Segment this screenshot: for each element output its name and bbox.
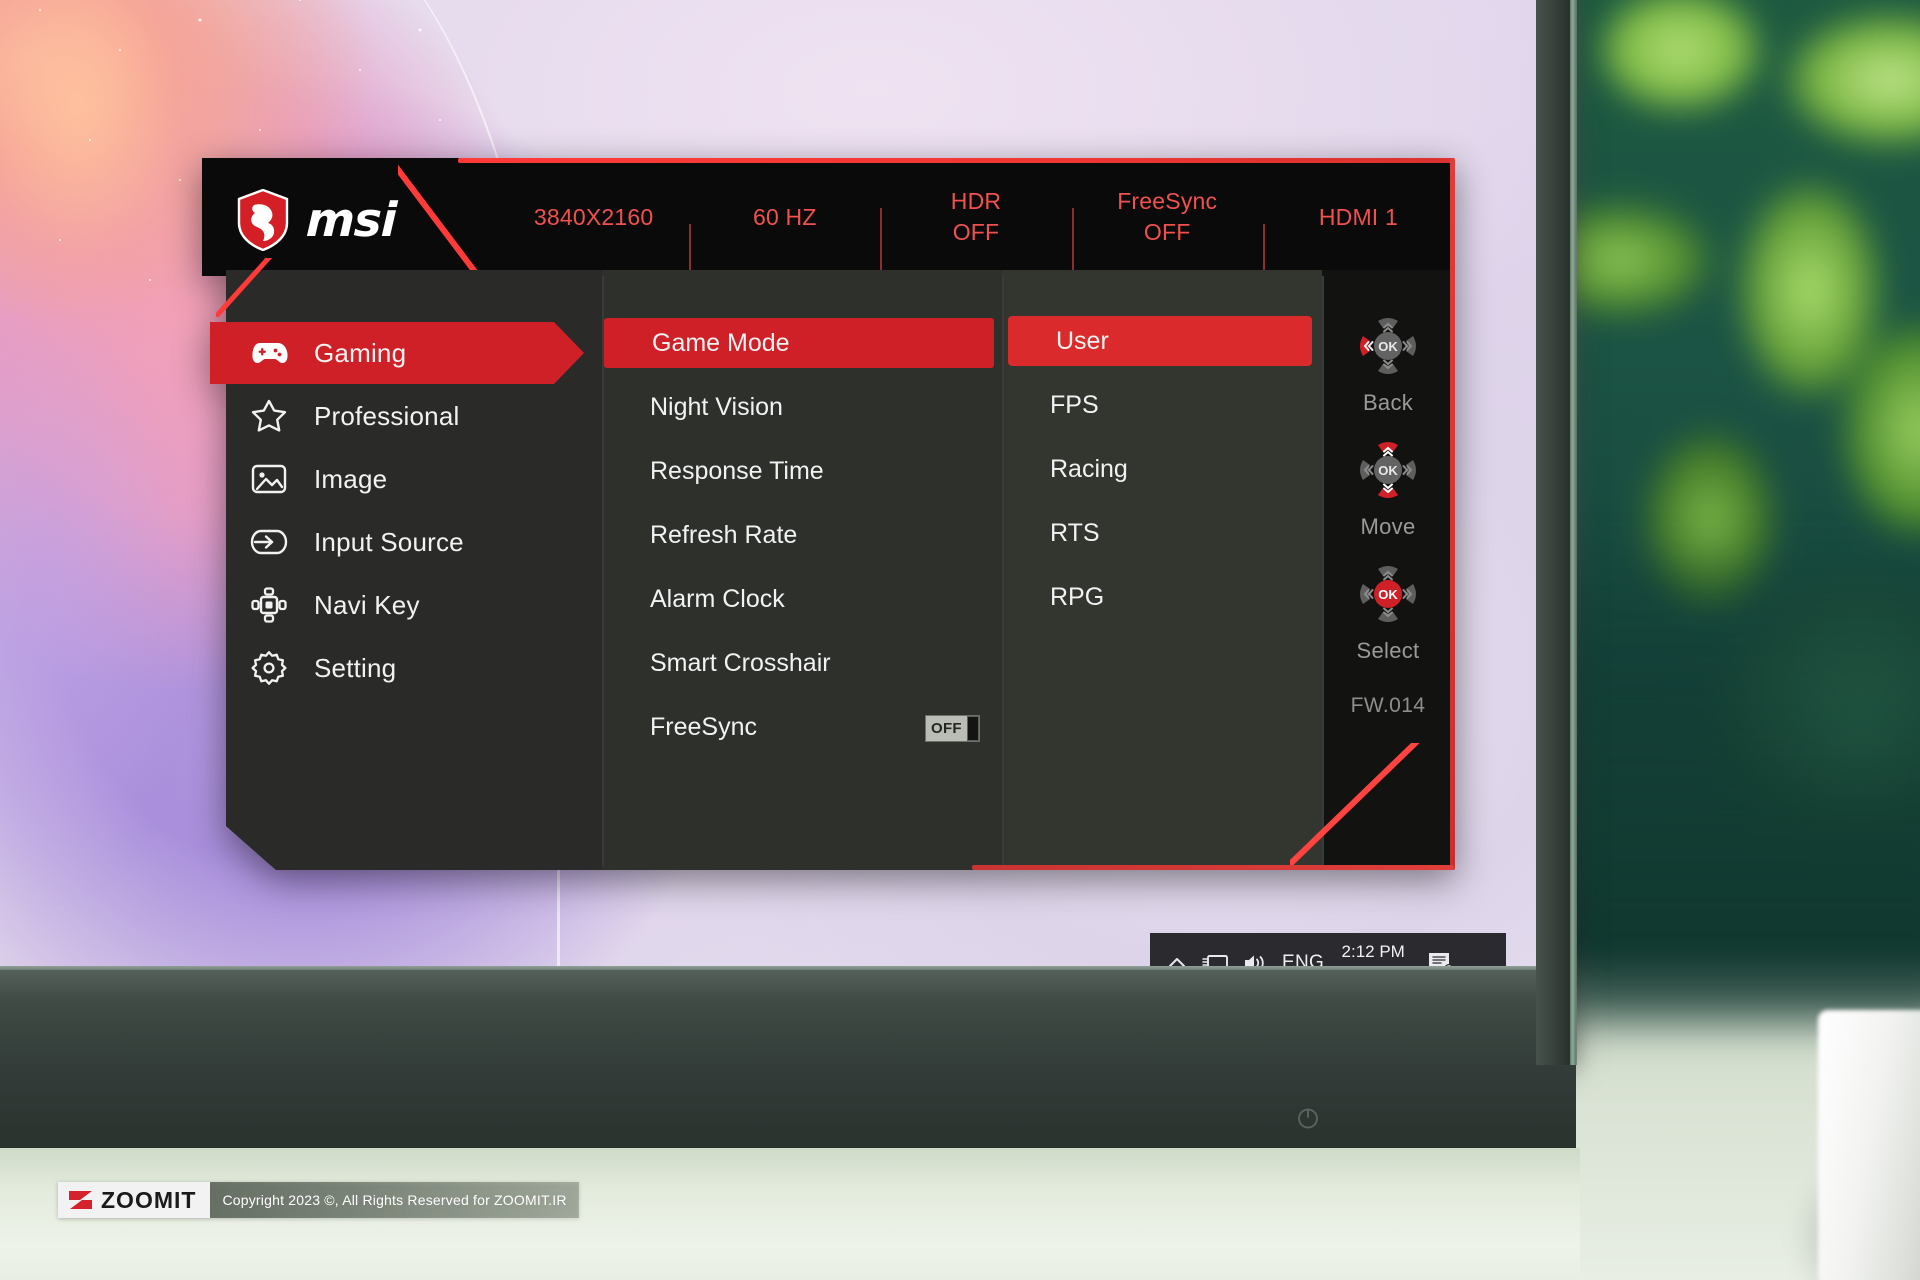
zoomit-copyright: Copyright 2023 ©, All Rights Reserved fo… <box>210 1182 579 1218</box>
msi-wordmark: msi <box>305 192 398 248</box>
status-freesync-label: FreeSync <box>1117 188 1218 215</box>
input-arrow-icon <box>248 521 290 563</box>
monitor-cable <box>1240 1148 1570 1280</box>
windows-taskbar-tray: ENG 2:12 PM 8/1/2023 <box>1150 933 1506 970</box>
setting-label: FreeSync <box>650 712 757 741</box>
freesync-toggle-state: OFF <box>931 720 962 737</box>
freesync-toggle[interactable]: OFF <box>925 715 980 742</box>
monitor-chin <box>0 970 1576 1150</box>
msi-logo: msi <box>218 168 478 272</box>
value-label: User <box>1056 326 1109 355</box>
plant-shadow <box>1555 560 1920 1020</box>
nav-hint-label: Select <box>1356 638 1420 663</box>
navkey-diagram-back: OK <box>1348 306 1428 386</box>
status-resolution-label: 3840X2160 <box>533 203 654 230</box>
zoomit-logo-text: ZOOMIT <box>101 1186 197 1213</box>
photo-scene: msi 3840X2160 60 HZ HDR OFF FreeSync OFF… <box>0 0 1920 1280</box>
value-label: RPG <box>1050 582 1105 611</box>
gear-icon <box>248 647 290 689</box>
osd-header: msi 3840X2160 60 HZ HDR OFF FreeSync OFF… <box>202 158 1454 276</box>
clock-time: 2:12 PM <box>1341 942 1405 962</box>
status-hdr-value: OFF <box>952 219 1000 245</box>
sidebar-item-label: Image <box>314 463 388 494</box>
setting-freesync[interactable]: FreeSync OFF <box>602 702 1002 752</box>
osd-settings-list: Game Mode Night Vision Response Time Ref… <box>602 270 1002 870</box>
value-rpg[interactable]: RPG <box>1002 572 1322 622</box>
setting-refresh-rate[interactable]: Refresh Rate <box>602 510 1002 560</box>
nav-hint-label: Move <box>1360 514 1416 539</box>
sidebar-item-image[interactable]: Image <box>226 448 602 510</box>
setting-label: Smart Crosshair <box>650 648 831 677</box>
status-hdr-label: HDR <box>950 188 1002 215</box>
setting-alarm-clock[interactable]: Alarm Clock <box>602 574 1002 624</box>
status-hdr: HDR OFF <box>880 186 1071 271</box>
status-refresh-rate: 60 HZ <box>689 202 880 276</box>
osd-status-bar: 3840X2160 60 HZ HDR OFF FreeSync OFF HDM <box>498 158 1454 276</box>
osd-values-list: User FPS Racing RTS RPG <box>1002 270 1322 870</box>
status-freesync-value: OFF <box>1143 219 1191 245</box>
value-label: RTS <box>1050 518 1100 547</box>
value-racing[interactable]: Racing <box>1002 444 1322 494</box>
svg-text:OK: OK <box>1378 463 1398 478</box>
status-input-label: HDMI 1 <box>1318 203 1398 230</box>
bezel-edge-highlight <box>1570 0 1577 1065</box>
firmware-version: FW.014 <box>1350 694 1426 717</box>
sidebar-item-label: Navi Key <box>314 589 420 620</box>
sidebar-item-gaming[interactable]: Gaming <box>210 322 602 384</box>
msi-dragon-shield-icon <box>237 189 289 251</box>
zoomit-z-icon <box>69 1191 92 1209</box>
sidebar-item-setting[interactable]: Setting <box>226 637 602 699</box>
svg-text:OK: OK <box>1378 339 1398 354</box>
setting-response-time[interactable]: Response Time <box>602 446 1002 496</box>
setting-game-mode[interactable]: Game Mode <box>604 318 994 368</box>
sidebar-item-label: Gaming <box>314 337 407 368</box>
freesync-toggle-knob <box>966 716 979 741</box>
sidebar-item-label: Setting <box>314 652 397 683</box>
power-button-icon[interactable] <box>1295 1105 1321 1131</box>
setting-night-vision[interactable]: Night Vision <box>602 382 1002 432</box>
osd-menu: msi 3840X2160 60 HZ HDR OFF FreeSync OFF… <box>202 158 1455 870</box>
sidebar-item-label: Professional <box>314 400 460 431</box>
nav-hint-move: OK Move <box>1348 430 1428 540</box>
nav-hint-back: OK Back <box>1348 306 1428 416</box>
sidebar-item-label: Input Source <box>314 526 464 557</box>
nav-hint-label: Back <box>1362 390 1414 415</box>
monitor-screen: msi 3840X2160 60 HZ HDR OFF FreeSync OFF… <box>0 0 1536 970</box>
status-freesync: FreeSync OFF <box>1071 186 1263 271</box>
picture-icon <box>248 458 290 500</box>
value-user[interactable]: User <box>1008 316 1312 366</box>
value-label: FPS <box>1050 390 1099 419</box>
setting-smart-crosshair[interactable]: Smart Crosshair <box>602 638 1002 688</box>
osd-sidebar: Gaming Professional Image Input Source N… <box>210 270 602 870</box>
setting-label: Night Vision <box>650 392 783 421</box>
osd-nav-hints: OK Back OK Move OK Select FW.014 <box>1322 270 1454 870</box>
sidebar-item-professional[interactable]: Professional <box>226 385 602 447</box>
navikey-icon <box>248 584 290 626</box>
sidebar-item-input-source[interactable]: Input Source <box>226 511 602 573</box>
value-rts[interactable]: RTS <box>1002 508 1322 558</box>
nav-hint-select: OK Select <box>1348 554 1428 664</box>
value-fps[interactable]: FPS <box>1002 380 1322 430</box>
setting-label: Alarm Clock <box>650 584 785 613</box>
svg-text:OK: OK <box>1378 587 1398 602</box>
status-input: HDMI 1 <box>1262 202 1454 276</box>
navkey-diagram-move: OK <box>1348 430 1428 510</box>
zoomit-watermark: ZOOMIT Copyright 2023 ©, All Rights Rese… <box>58 1182 579 1218</box>
white-cup <box>1818 1010 1920 1280</box>
gamepad-icon <box>248 332 290 374</box>
setting-label: Response Time <box>650 456 824 485</box>
zoomit-logo: ZOOMIT <box>58 1182 211 1218</box>
setting-label: Refresh Rate <box>650 520 798 549</box>
status-refresh-rate-label: 60 HZ <box>752 203 817 230</box>
star-icon <box>248 395 290 437</box>
value-label: Racing <box>1050 454 1128 483</box>
navkey-diagram-select: OK <box>1348 554 1428 634</box>
sidebar-item-navi-key[interactable]: Navi Key <box>226 574 602 636</box>
status-resolution: 3840X2160 <box>498 202 689 233</box>
setting-label: Game Mode <box>652 328 790 357</box>
